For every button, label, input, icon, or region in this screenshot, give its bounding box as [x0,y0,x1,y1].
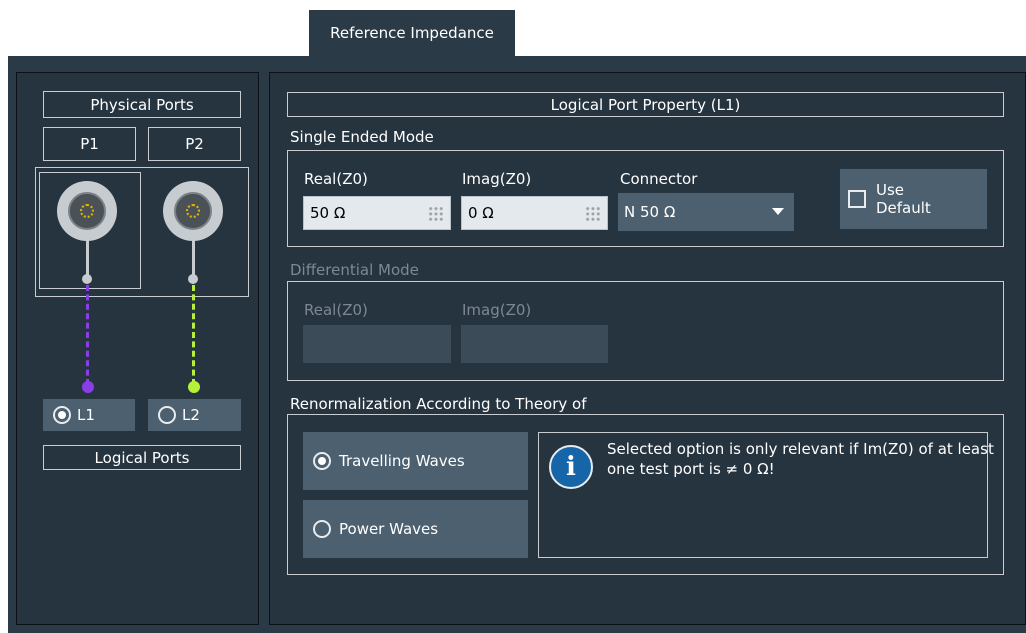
use-default-checkbox[interactable]: Use Default [840,169,987,229]
use-default-label-line2: Default [876,199,931,217]
info-icon: i [549,445,593,489]
differential-mode-title: Differential Mode [290,261,419,279]
port-config-panel: Physical Ports P1 P2 L1 L2 Logical Ports [16,72,259,625]
port-p1-stem [86,239,89,277]
port-p1-connector-icon[interactable] [57,181,117,241]
port-label-p2: P2 [148,127,241,161]
port-label-p1: P1 [43,127,136,161]
connector-dropdown[interactable]: N 50 Ω [618,193,794,231]
single-ended-mode-title: Single Ended Mode [290,128,434,146]
diff-real-z0-input [303,325,451,363]
port-p2-link-line [192,285,195,385]
logical-port-l2-radio[interactable]: L2 [148,399,241,431]
power-waves-radio[interactable]: Power Waves [303,500,528,558]
use-default-label-line1: Use [876,181,905,199]
port-p2-connector-icon[interactable] [163,181,223,241]
travelling-waves-radio[interactable]: Travelling Waves [303,432,528,490]
port-p2-knob [188,274,198,284]
info-message-text: Selected option is only relevant if Im(Z… [607,440,994,478]
radio-selected-icon [313,452,331,470]
diff-real-z0-label: Real(Z0) [304,301,368,319]
real-z0-label: Real(Z0) [304,170,368,188]
radio-selected-icon [53,406,71,424]
power-waves-label: Power Waves [339,520,439,538]
port-p2-stem [192,239,195,277]
real-z0-value: 50 Ω [310,204,346,222]
logical-ports-title: Logical Ports [43,445,241,470]
checkbox-unchecked-icon [848,190,866,208]
logical-l1-node [82,381,94,393]
radio-unselected-icon [158,406,176,424]
imag-z0-label: Imag(Z0) [462,170,532,188]
diff-imag-z0-label: Imag(Z0) [462,301,532,319]
travelling-waves-label: Travelling Waves [339,452,465,470]
chevron-down-icon [772,208,784,215]
keypad-icon[interactable] [585,206,601,222]
imag-z0-value: 0 Ω [468,204,494,222]
logical-port-property-panel: Logical Port Property (L1) Single Ended … [269,72,1026,625]
physical-ports-title: Physical Ports [43,91,241,118]
logical-port-l1-label: L1 [77,406,95,424]
logical-port-property-title: Logical Port Property (L1) [287,92,1004,117]
real-z0-input[interactable]: 50 Ω [303,196,451,230]
renormalization-title: Renormalization According to Theory of [290,395,587,413]
connector-value: N 50 Ω [624,203,676,221]
logical-port-l1-radio[interactable]: L1 [43,399,135,431]
port-p1-link-line [86,285,89,385]
imag-z0-input[interactable]: 0 Ω [461,196,608,230]
dialog-body: Physical Ports P1 P2 L1 L2 Logical Ports [8,56,1026,633]
port-p1-knob [82,274,92,284]
diff-imag-z0-input [461,325,608,363]
info-message-box: i Selected option is only relevant if Im… [538,432,994,558]
connector-label: Connector [620,170,698,188]
tab-reference-impedance[interactable]: Reference Impedance [309,10,515,56]
logical-port-l2-label: L2 [182,406,200,424]
logical-l2-node [188,381,200,393]
keypad-icon[interactable] [428,206,444,222]
radio-unselected-icon [313,520,331,538]
